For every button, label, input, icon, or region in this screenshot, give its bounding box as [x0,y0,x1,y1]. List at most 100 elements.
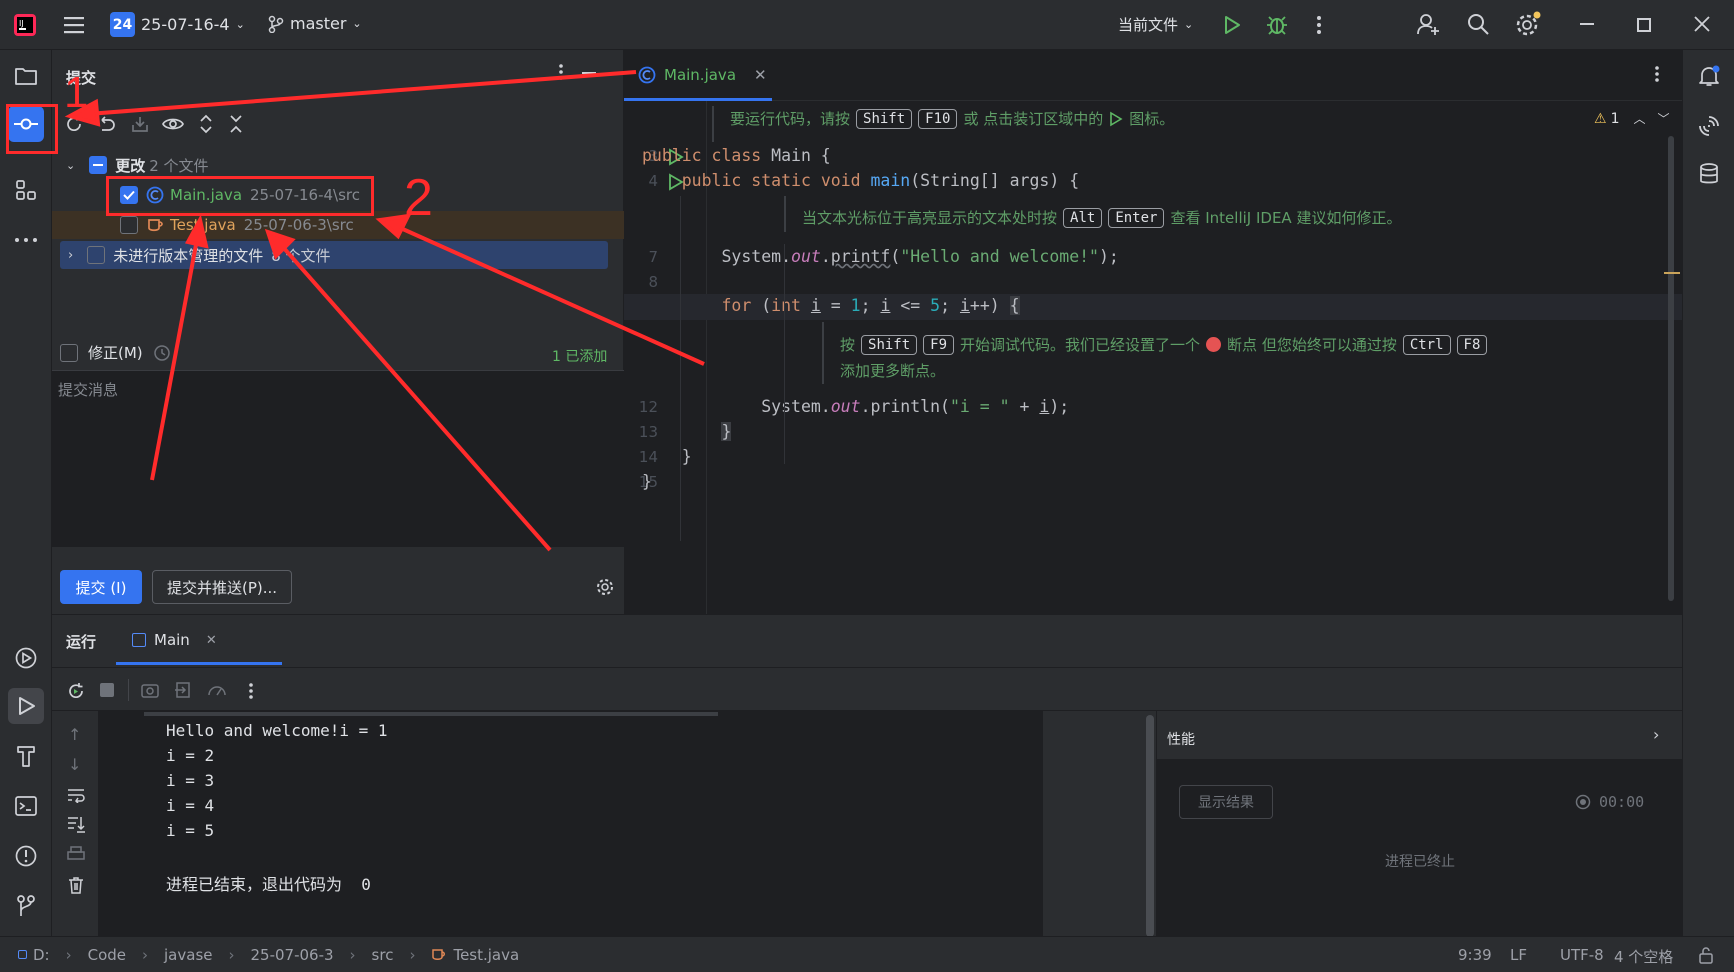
code-line[interactable]: System.out.printf("Hello and welcome!"); [642,247,1118,266]
panel-options-icon[interactable] [558,62,564,82]
hint-bar [712,106,714,142]
code-line[interactable]: for (int i = 1; i <= 5; i++) { [642,296,1020,315]
hint-text: 添加更多断点。 [840,362,946,380]
hint-text: 当文本光标位于高亮显示的文本处时按 [802,209,1058,227]
next-highlight-icon[interactable]: ﹀ [1658,110,1670,127]
code-line[interactable]: System.out.println("i = " + i); [642,397,1069,416]
collapse-all-icon[interactable] [228,114,244,134]
unversioned-checkbox[interactable] [87,246,106,264]
code-line[interactable]: } [642,422,732,441]
indent-setting[interactable]: 4 个空格 [1614,946,1673,967]
changes-group-checkbox[interactable] [89,156,108,174]
debug-icon[interactable] [1266,13,1288,35]
lock-icon[interactable] [1698,946,1714,964]
git-branch-icon [268,15,284,33]
commit-message-input[interactable]: 提交消息 [52,371,624,547]
structure-icon[interactable] [8,172,44,208]
expand-all-icon[interactable] [198,114,214,134]
breadcrumb-item[interactable]: 25-07-06-3 [251,946,334,964]
main-menu-icon[interactable] [62,14,86,36]
run-tab-main[interactable]: Main ✕ [132,631,217,649]
unversioned-files-row[interactable]: › 未进行版本管理的文件 8 个文件 [60,241,608,269]
editor-tab-main[interactable]: Main.java ✕ [638,66,767,84]
line-separator[interactable]: LF [1510,946,1527,964]
project-folder-icon[interactable] [8,58,44,94]
more-tools-icon[interactable] [8,222,44,258]
inspection-widget[interactable]: ⚠ 1 ︿ ﹀ [1594,110,1670,127]
run-tab-title[interactable]: 运行 [66,631,96,652]
code-line[interactable]: } [642,447,692,466]
show-results-button: 显示结果 [1179,785,1273,819]
chevron-right-icon[interactable]: › [68,248,73,263]
services-icon[interactable] [8,640,44,676]
editor-scrollbar[interactable] [1668,136,1674,601]
settings-gear-icon[interactable] [1514,11,1542,37]
run-tab-label: Main [154,631,190,649]
maximize-icon[interactable] [1637,18,1651,32]
minimize-icon[interactable] [1580,23,1594,25]
chevron-right-icon[interactable]: › [1653,725,1659,744]
code-line[interactable]: } [642,472,652,491]
clear-trash-icon[interactable] [66,875,86,895]
breadcrumb-item[interactable]: javase [164,946,212,964]
chevron-down-icon: ⌄ [1184,18,1194,31]
problems-icon[interactable] [8,838,44,874]
amend-checkbox[interactable] [60,343,78,362]
code-line[interactable]: public class Main { [642,146,831,165]
file-encoding[interactable]: UTF-8 [1560,946,1604,964]
amend-row[interactable]: 修正(M) [60,342,171,363]
breadcrumb-item[interactable]: D: [33,946,50,964]
build-hammer-icon[interactable] [8,738,44,774]
terminal-icon[interactable] [8,788,44,824]
branch-selector[interactable]: master ⌄ [268,14,362,33]
warning-count: 1 [1610,110,1620,127]
database-icon[interactable] [1691,156,1727,192]
run-config-selector[interactable]: 当前文件 ⌄ [1118,14,1193,35]
console-scrollbar[interactable] [1146,715,1154,937]
ai-assistant-icon[interactable] [1691,108,1727,144]
timer: 00:00 [1575,793,1644,811]
test-file-checkbox[interactable] [120,216,138,234]
chevron-down-icon[interactable]: ⌄ [66,159,75,172]
git-icon[interactable] [8,888,44,924]
more-actions-icon[interactable] [1316,14,1322,36]
scroll-to-end-icon[interactable] [66,815,86,833]
run-icon[interactable] [1222,14,1242,36]
app-logo-icon[interactable]: IJ [14,14,36,36]
tab-options-icon[interactable] [1654,64,1660,84]
search-icon[interactable] [1466,12,1490,36]
changes-group-row[interactable]: ⌄ 更改 2 个文件 [52,151,624,179]
key-alt: Alt [1063,207,1103,228]
more-actions-icon[interactable] [248,681,254,701]
key-shift: Shift [861,334,918,355]
add-user-icon[interactable] [1416,12,1440,36]
caret-position[interactable]: 9:39 [1458,946,1492,964]
preview-eye-icon[interactable] [162,114,184,134]
close-tab-icon[interactable]: ✕ [754,66,767,84]
warning-marker[interactable] [1664,272,1680,274]
breadcrumb-item[interactable]: src [372,946,394,964]
breadcrumb-item[interactable]: Code [88,946,126,964]
java-file-icon [432,948,446,960]
console-hscrollbar[interactable] [144,712,718,716]
notifications-bell-icon[interactable] [1691,58,1727,94]
project-selector[interactable]: 24 25-07-16-4 ⌄ [110,12,245,37]
commit-and-push-button[interactable]: 提交并推送(P)... [152,570,292,604]
code-line[interactable]: public static void main(String[] args) { [642,171,1079,190]
amend-label: 修正(M) [88,344,143,362]
breadcrumb-item[interactable]: Test.java [453,946,519,964]
commit-button[interactable]: 提交 (I) [60,570,142,604]
close-icon[interactable] [1693,15,1711,33]
close-tab-icon[interactable]: ✕ [206,633,217,648]
commit-options-gear-icon[interactable] [596,578,614,596]
history-clock-icon[interactable] [153,344,171,362]
console-output[interactable] [99,711,1043,937]
run-tool-icon[interactable] [8,688,44,724]
previous-highlight-icon[interactable]: ︿ [1633,110,1645,127]
rerun-icon[interactable] [66,681,86,701]
chevron-down-icon: ⌄ [235,18,245,31]
breadcrumb-separator-icon: › [142,945,149,964]
soft-wrap-icon[interactable] [66,787,86,803]
hide-panel-icon[interactable] [582,72,596,74]
rollback-icon[interactable] [96,114,116,134]
